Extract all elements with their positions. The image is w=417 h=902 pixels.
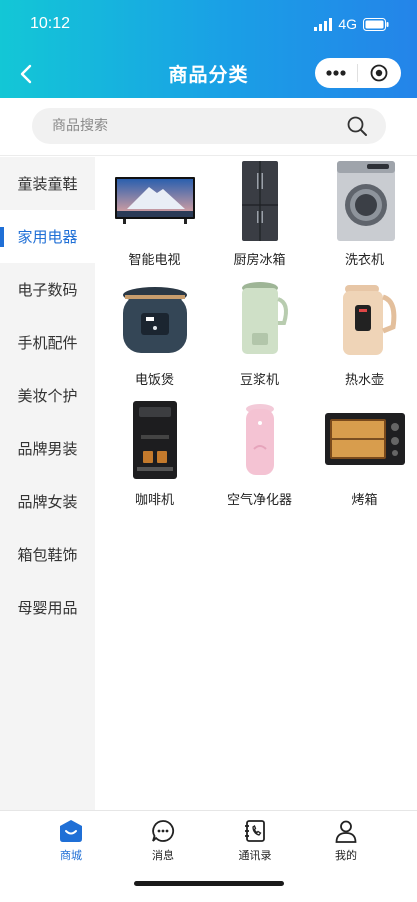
soymilk-maker-image bbox=[241, 282, 288, 354]
sidebar-item-home-appliances[interactable]: 家用电器 bbox=[0, 210, 95, 263]
battery-icon bbox=[363, 17, 389, 31]
product-item-tv[interactable]: 智能电视 bbox=[102, 157, 207, 277]
bottom-tab-bar: 商城 消息 通讯录 我的 bbox=[0, 810, 417, 902]
more-dots-icon bbox=[326, 70, 346, 76]
target-circle-icon bbox=[370, 64, 388, 82]
product-item-air-purifier[interactable]: 空气净化器 bbox=[207, 397, 312, 517]
search-input[interactable] bbox=[52, 108, 332, 144]
tab-shop[interactable]: 商城 bbox=[31, 819, 111, 869]
tab-label: 消息 bbox=[152, 849, 174, 862]
sidebar-item-label: 母婴用品 bbox=[17, 599, 78, 617]
miniapp-capsule bbox=[315, 58, 401, 88]
washer-image bbox=[336, 161, 395, 241]
sidebar-item-phone-accessories[interactable]: 手机配件 bbox=[0, 316, 95, 369]
product-item-soymilk-maker[interactable]: 豆浆机 bbox=[207, 277, 312, 397]
title-row: 商品分类 bbox=[0, 56, 417, 92]
sidebar-item-label: 箱包鞋饰 bbox=[17, 546, 78, 564]
fridge-image bbox=[241, 161, 278, 241]
sidebar-item-label: 品牌女装 bbox=[17, 493, 78, 511]
sidebar-item-label: 手机配件 bbox=[17, 334, 78, 352]
sidebar-item-beauty-care[interactable]: 美妆个护 bbox=[0, 369, 95, 422]
category-sidebar: 童装童鞋 家用电器 电子数码 手机配件 美妆个护 品牌男装 品牌女装 箱包鞋饰 … bbox=[0, 157, 95, 810]
product-label: 咖啡机 bbox=[134, 493, 174, 508]
user-icon bbox=[335, 820, 357, 843]
search-icon[interactable] bbox=[346, 115, 368, 137]
product-label: 智能电视 bbox=[128, 253, 181, 268]
sidebar-item-label: 电子数码 bbox=[17, 281, 78, 299]
sidebar-item-mens-brands[interactable]: 品牌男装 bbox=[0, 422, 95, 475]
product-label: 厨房冰箱 bbox=[233, 253, 286, 268]
product-item-fridge[interactable]: 厨房冰箱 bbox=[207, 157, 312, 277]
product-item-coffee-machine[interactable]: 咖啡机 bbox=[102, 397, 207, 517]
product-label: 烤箱 bbox=[351, 493, 378, 508]
message-icon bbox=[152, 820, 175, 842]
search-box[interactable] bbox=[32, 108, 386, 144]
oven-image bbox=[324, 413, 405, 465]
product-grid: 智能电视 厨房冰箱 洗衣机 电饭煲 豆浆机 热水壶 咖啡机 空气净化器 烤箱 bbox=[102, 157, 417, 517]
sidebar-item-label: 家用电器 bbox=[17, 228, 78, 246]
sidebar-item-womens-brands[interactable]: 品牌女装 bbox=[0, 475, 95, 528]
tab-label: 商城 bbox=[60, 849, 82, 862]
tv-image bbox=[114, 177, 195, 224]
product-item-rice-cooker[interactable]: 电饭煲 bbox=[102, 277, 207, 397]
product-label: 空气净化器 bbox=[226, 493, 292, 508]
tab-messages[interactable]: 消息 bbox=[123, 819, 203, 869]
signal-icon bbox=[314, 17, 333, 31]
sidebar-item-bags-shoes[interactable]: 箱包鞋饰 bbox=[0, 528, 95, 581]
search-bar bbox=[0, 98, 417, 156]
close-miniapp-button[interactable] bbox=[358, 58, 400, 88]
product-item-oven[interactable]: 烤箱 bbox=[312, 397, 417, 517]
tab-contacts[interactable]: 通讯录 bbox=[215, 819, 295, 869]
sidebar-item-label: 美妆个护 bbox=[17, 387, 78, 405]
sidebar-item-label: 品牌男装 bbox=[17, 440, 78, 458]
tab-label: 我的 bbox=[335, 849, 357, 862]
home-indicator bbox=[134, 881, 284, 886]
network-label: 4G bbox=[338, 16, 357, 32]
tab-profile[interactable]: 我的 bbox=[306, 819, 386, 869]
contacts-icon bbox=[245, 820, 265, 842]
status-time: 10:12 bbox=[30, 15, 71, 32]
product-label: 洗衣机 bbox=[344, 253, 384, 268]
kettle-image bbox=[342, 285, 396, 355]
air-purifier-image bbox=[245, 404, 274, 475]
product-label: 热水壶 bbox=[344, 373, 384, 388]
product-item-washer[interactable]: 洗衣机 bbox=[312, 157, 417, 277]
sidebar-item-baby-products[interactable]: 母婴用品 bbox=[0, 581, 95, 634]
tab-label: 通讯录 bbox=[238, 849, 272, 862]
sidebar-item-label: 童装童鞋 bbox=[17, 175, 78, 193]
product-item-kettle[interactable]: 热水壶 bbox=[312, 277, 417, 397]
product-label: 电饭煲 bbox=[134, 373, 174, 388]
shop-icon bbox=[60, 820, 82, 842]
rice-cooker-image bbox=[122, 287, 187, 353]
product-label: 豆浆机 bbox=[239, 373, 279, 388]
header: 10:12 4G 商品分类 bbox=[0, 0, 417, 98]
sidebar-item-kids-clothing[interactable]: 童装童鞋 bbox=[0, 157, 95, 210]
status-indicators: 4G bbox=[314, 16, 389, 32]
coffee-machine-image bbox=[132, 401, 177, 479]
sidebar-item-electronics[interactable]: 电子数码 bbox=[0, 263, 95, 316]
more-button[interactable] bbox=[315, 58, 357, 88]
